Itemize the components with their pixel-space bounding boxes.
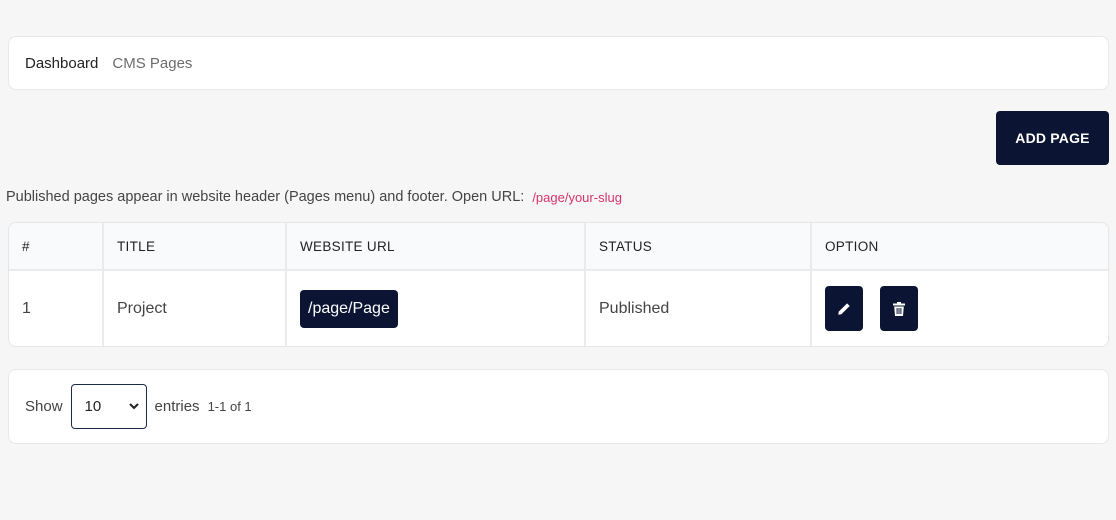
chevron-down-icon <box>128 403 139 410</box>
column-header-url: WEBSITE URL <box>286 223 586 271</box>
entries-count: 1-1 of 1 <box>207 399 252 414</box>
pages-table-card: # TITLE WEBSITE URL STATUS OPTION 1 Proj… <box>8 222 1109 347</box>
edit-button[interactable] <box>825 286 863 331</box>
pagination-bar: Show 10 entries 1-1 of 1 <box>8 369 1109 444</box>
breadcrumb-current: CMS Pages <box>112 54 193 72</box>
entries-per-page-value: 10 <box>84 398 102 415</box>
table-row: 1 Project /page/Page Published <box>9 270 1108 346</box>
column-header-title: TITLE <box>103 223 287 271</box>
row-number: 1 <box>9 270 104 346</box>
column-header-option: OPTION <box>811 223 1108 271</box>
column-header-number: # <box>9 223 104 271</box>
delete-button[interactable] <box>880 286 919 331</box>
row-options <box>811 270 1108 346</box>
row-url-cell: /page/Page <box>286 270 586 346</box>
show-label: Show <box>25 398 63 415</box>
entries-per-page-select[interactable]: 10 <box>70 384 147 429</box>
trash-icon <box>893 301 906 316</box>
pencil-icon <box>838 302 850 315</box>
column-header-status: STATUS <box>585 223 812 271</box>
breadcrumb: Dashboard CMS Pages <box>8 36 1109 90</box>
row-status: Published <box>585 270 812 346</box>
row-title: Project <box>103 270 287 346</box>
info-example-url: /page/your-slug <box>532 189 622 205</box>
breadcrumb-dashboard[interactable]: Dashboard <box>25 55 98 72</box>
info-text: Published pages appear in website header… <box>6 189 622 205</box>
info-description: Published pages appear in website header… <box>6 189 525 205</box>
entries-label: entries <box>154 398 200 415</box>
row-url-link[interactable]: /page/Page <box>300 289 398 328</box>
add-page-button[interactable]: ADD PAGE <box>996 111 1109 165</box>
table-header-row: # TITLE WEBSITE URL STATUS OPTION <box>9 223 1108 271</box>
pages-table: # TITLE WEBSITE URL STATUS OPTION 1 Proj… <box>9 223 1108 346</box>
